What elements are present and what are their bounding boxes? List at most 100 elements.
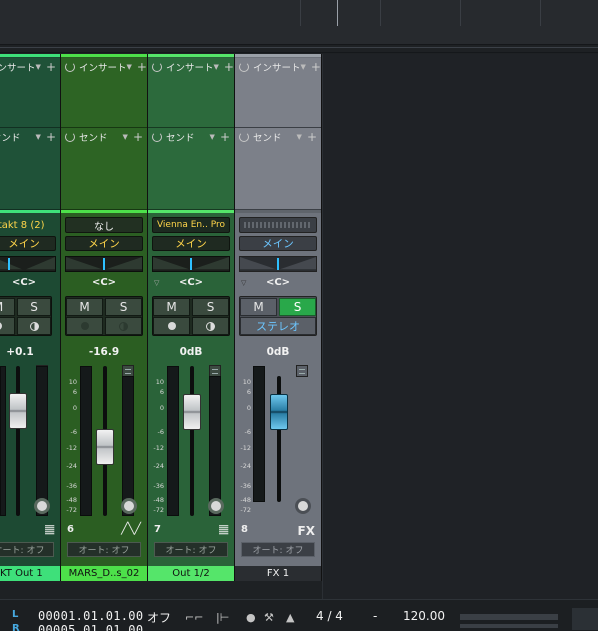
pan-value: <C>: [91, 277, 117, 288]
insert-dropdown-icon[interactable]: ▼: [127, 63, 132, 71]
pan-slider[interactable]: [152, 256, 230, 272]
wrench-icon[interactable]: ⚒: [264, 611, 274, 624]
power-icon[interactable]: [65, 62, 75, 72]
automation-button[interactable]: オート: オフ: [0, 542, 54, 557]
disk-meter: [460, 624, 558, 628]
time-signature[interactable]: 4 / 4: [316, 609, 343, 623]
output-main-select[interactable]: メイン: [239, 236, 317, 251]
solo-button[interactable]: S: [105, 298, 142, 316]
volume-fader[interactable]: [9, 393, 27, 429]
channel-name[interactable]: KT Out 1: [0, 566, 60, 581]
metronome-icon[interactable]: ▲: [286, 611, 294, 624]
insert-section[interactable]: インサート ▼ +: [148, 58, 234, 128]
input-icon[interactable]: [34, 498, 50, 514]
arrange-timeline[interactable]: [0, 0, 598, 45]
add-send-icon[interactable]: +: [307, 131, 317, 143]
metronome-timing-icon[interactable]: ⌐⌐: [185, 611, 203, 624]
monitor-button[interactable]: [17, 317, 51, 335]
mute-button[interactable]: M: [0, 298, 15, 316]
output-main-select[interactable]: メイン: [65, 236, 143, 251]
playhead-cursor[interactable]: [337, 0, 338, 26]
input-icon[interactable]: [295, 498, 311, 514]
insert-dropdown-icon[interactable]: ▼: [214, 63, 219, 71]
power-icon[interactable]: [152, 62, 162, 72]
insert-section[interactable]: インサート ▼ +: [61, 58, 147, 128]
mute-button[interactable]: M: [153, 298, 190, 316]
volume-value[interactable]: -16.9: [61, 346, 147, 358]
solo-button[interactable]: S: [192, 298, 229, 316]
send-dropdown-icon[interactable]: ▼: [297, 133, 302, 141]
monitor-button[interactable]: [105, 317, 142, 335]
send-section[interactable]: センド ▼ +: [61, 128, 147, 210]
timecode-off[interactable]: オフ: [147, 609, 171, 626]
insert-dropdown-icon[interactable]: ▼: [301, 63, 306, 71]
pan-slider[interactable]: [65, 256, 143, 272]
add-send-icon[interactable]: +: [133, 131, 143, 143]
send-section[interactable]: センド ▼ +: [148, 128, 234, 210]
automation-button[interactable]: オート: オフ: [67, 542, 141, 557]
send-dropdown-icon[interactable]: ▼: [36, 133, 41, 141]
piano-icon: 𝄚: [45, 524, 54, 537]
pan-value: <C>: [178, 277, 204, 288]
mute-button[interactable]: M: [66, 298, 103, 316]
power-icon[interactable]: [239, 62, 249, 72]
automation-button[interactable]: オート: オフ: [154, 542, 228, 557]
fader-track[interactable]: [190, 366, 194, 516]
power-icon[interactable]: [152, 132, 162, 142]
add-insert-icon[interactable]: +: [224, 61, 234, 73]
automation-button[interactable]: オート: オフ: [241, 542, 315, 557]
input-select[interactable]: [239, 217, 317, 233]
add-insert-icon[interactable]: +: [311, 61, 321, 73]
scale-label: 6: [72, 388, 77, 396]
output-main-select[interactable]: メイン: [0, 236, 56, 251]
insert-label: インサート: [0, 63, 36, 74]
pan-slider[interactable]: [239, 256, 317, 272]
precount-icon[interactable]: |⊢: [216, 611, 229, 624]
volume-value[interactable]: +0.1: [0, 346, 60, 358]
insert-section[interactable]: インサート ▼ +: [235, 58, 321, 128]
record-arm-button[interactable]: [66, 317, 103, 335]
stereo-button[interactable]: ステレオ: [240, 317, 316, 335]
timeline-tick: [460, 0, 461, 26]
tempo-value[interactable]: 120.00: [403, 609, 445, 623]
channel-name[interactable]: MARS_D..s_02: [61, 566, 147, 581]
channel-name[interactable]: FX 1: [235, 566, 321, 581]
volume-value[interactable]: 0dB: [235, 346, 321, 358]
meter-options-button[interactable]: [296, 365, 308, 377]
volume-fader[interactable]: [96, 429, 114, 465]
mute-button[interactable]: M: [240, 298, 277, 316]
record-arm-button[interactable]: [153, 317, 190, 335]
scale-label: 6: [246, 388, 251, 396]
send-dropdown-icon[interactable]: ▼: [123, 133, 128, 141]
left-locator-position[interactable]: 00001.01.01.00: [38, 609, 143, 623]
input-icon[interactable]: [121, 498, 137, 514]
volume-fader[interactable]: [270, 394, 288, 430]
volume-fader[interactable]: [183, 394, 201, 430]
channel-name[interactable]: Out 1/2: [148, 566, 234, 581]
output-main-select[interactable]: メイン: [152, 236, 230, 251]
power-icon[interactable]: [65, 132, 75, 142]
fader-track[interactable]: [16, 366, 20, 516]
solo-button[interactable]: S: [17, 298, 51, 316]
record-arm-button[interactable]: [0, 317, 15, 335]
pan-slider[interactable]: [0, 256, 56, 272]
send-dropdown-icon[interactable]: ▼: [210, 133, 215, 141]
add-send-icon[interactable]: +: [46, 131, 56, 143]
send-section[interactable]: センド ▼ +: [235, 128, 321, 210]
send-section[interactable]: センド ▼ +: [0, 128, 60, 210]
add-insert-icon[interactable]: +: [46, 61, 56, 73]
instrument-label[interactable]: Vienna En.. Pro: [152, 217, 230, 233]
right-locator-position[interactable]: 00005.01.01.00: [38, 623, 143, 631]
monitor-button[interactable]: [192, 317, 229, 335]
instrument-label[interactable]: ntakt 8 (2): [0, 217, 56, 233]
volume-value[interactable]: 0dB: [148, 346, 234, 358]
power-icon[interactable]: [239, 132, 249, 142]
input-icon[interactable]: [208, 498, 224, 514]
solo-button[interactable]: S: [279, 298, 316, 316]
add-insert-icon[interactable]: +: [137, 61, 147, 73]
instrument-label[interactable]: なし: [65, 217, 143, 233]
add-send-icon[interactable]: +: [220, 131, 230, 143]
preroll-icon[interactable]: ●: [246, 611, 256, 624]
insert-dropdown-icon[interactable]: ▼: [36, 63, 41, 71]
insert-section[interactable]: インサート ▼ +: [0, 58, 60, 128]
